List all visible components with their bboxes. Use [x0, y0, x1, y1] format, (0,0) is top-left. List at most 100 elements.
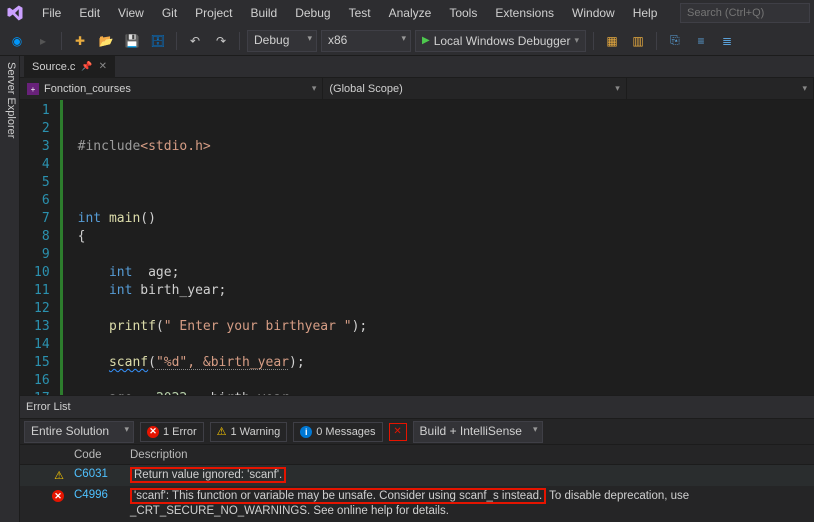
- menu-tools[interactable]: Tools: [441, 3, 485, 23]
- code-line[interactable]: {: [78, 228, 810, 246]
- redo-icon[interactable]: ↷: [210, 30, 232, 52]
- tool-icon-2[interactable]: ▥: [627, 30, 649, 52]
- code-line[interactable]: -int main(): [78, 210, 810, 228]
- class-scope-dropdown[interactable]: (Global Scope): [323, 78, 626, 99]
- messages-filter-button[interactable]: i 0 Messages: [293, 422, 382, 442]
- open-file-icon[interactable]: 📂: [95, 30, 117, 52]
- nav-back-button[interactable]: ◉: [6, 30, 28, 52]
- tab-source-c[interactable]: Source.c 📌 ✕: [24, 56, 115, 78]
- errorlist-title[interactable]: Error List: [20, 399, 814, 419]
- code-line[interactable]: int age;: [78, 264, 810, 282]
- error-row[interactable]: ✕ C4996'scanf': This function or variable…: [20, 486, 814, 522]
- project-scope-label: Fonction_courses: [44, 83, 131, 95]
- error-icon: ✕: [147, 426, 159, 438]
- menu-git[interactable]: Git: [154, 3, 185, 23]
- close-icon[interactable]: ✕: [99, 61, 107, 72]
- error-description: 'scanf': This function or variable may b…: [130, 489, 814, 519]
- error-table: Code Description ⚠ C6031Return value igno…: [20, 445, 814, 522]
- server-explorer-rail[interactable]: Server Explorer: [0, 56, 20, 522]
- code-line[interactable]: [78, 372, 810, 390]
- menu-project[interactable]: Project: [187, 3, 240, 23]
- start-debug-label: Local Windows Debugger: [434, 34, 571, 48]
- info-icon: i: [300, 426, 312, 438]
- tool-icon-1[interactable]: ▦: [601, 30, 623, 52]
- error-row[interactable]: ⚠ C6031Return value ignored: 'scanf'.: [20, 465, 814, 486]
- separator: [593, 32, 594, 50]
- error-code[interactable]: C4996: [74, 489, 130, 501]
- code-line[interactable]: [78, 120, 810, 138]
- vs-logo-icon: [4, 2, 26, 24]
- pin-icon[interactable]: 📌: [81, 61, 92, 72]
- undo-icon[interactable]: ↶: [184, 30, 206, 52]
- menu-test[interactable]: Test: [341, 3, 379, 23]
- source-filter-dropdown[interactable]: Build + IntelliSense: [413, 421, 543, 443]
- start-debug-button[interactable]: ▶ Local Windows Debugger ▾: [415, 30, 586, 52]
- code-line[interactable]: [78, 300, 810, 318]
- new-project-icon[interactable]: ✚: [69, 30, 91, 52]
- messages-count-label: 0 Messages: [316, 426, 375, 438]
- menu-view[interactable]: View: [110, 3, 152, 23]
- code-line[interactable]: [78, 102, 810, 120]
- error-table-header[interactable]: Code Description: [20, 445, 814, 465]
- chevron-down-icon: ▾: [574, 35, 579, 46]
- class-scope-label: (Global Scope): [329, 83, 402, 95]
- code-line[interactable]: [78, 174, 810, 192]
- error-code[interactable]: C6031: [74, 468, 130, 480]
- save-all-icon[interactable]: 🗄: [147, 30, 169, 52]
- separator: [239, 32, 240, 50]
- config-dropdown[interactable]: Debug: [247, 30, 317, 52]
- errorlist-scope-dropdown[interactable]: Entire Solution: [24, 421, 134, 443]
- errors-count-label: 1 Error: [163, 426, 197, 438]
- tool-icon-3[interactable]: ⎘: [664, 30, 686, 52]
- errorlist-toolbar: Entire Solution ✕ 1 Error ⚠ 1 Warning i …: [20, 419, 814, 445]
- code-line[interactable]: [78, 156, 810, 174]
- menu-file[interactable]: File: [34, 3, 69, 23]
- error-icon: ✕: [52, 490, 64, 502]
- warnings-count-label: 1 Warning: [231, 426, 281, 438]
- change-margin: [60, 100, 74, 395]
- code-line[interactable]: #include<stdio.h>: [78, 138, 810, 156]
- error-description: Return value ignored: 'scanf'.: [130, 468, 814, 483]
- warnings-filter-button[interactable]: ⚠ 1 Warning: [210, 422, 288, 442]
- code-line[interactable]: [78, 336, 810, 354]
- menu-edit[interactable]: Edit: [71, 3, 108, 23]
- separator: [656, 32, 657, 50]
- cpp-project-icon: +: [26, 82, 40, 96]
- code-line[interactable]: [78, 246, 810, 264]
- clear-filter-button[interactable]: ✕: [389, 423, 407, 441]
- menu-extensions[interactable]: Extensions: [487, 3, 562, 23]
- header-code[interactable]: Code: [74, 449, 130, 461]
- save-icon[interactable]: 💾: [121, 30, 143, 52]
- navigation-bar: + Fonction_courses (Global Scope): [20, 78, 814, 100]
- tool-icon-4[interactable]: ≡: [690, 30, 712, 52]
- nav-fwd-button[interactable]: ▸: [32, 30, 54, 52]
- code-line[interactable]: scanf("%d", &birth_year);: [78, 354, 810, 372]
- errors-filter-button[interactable]: ✕ 1 Error: [140, 422, 204, 442]
- clear-icon: ✕: [393, 426, 401, 437]
- member-scope-dropdown[interactable]: [627, 78, 814, 99]
- platform-dropdown[interactable]: x86: [321, 30, 411, 52]
- code-area[interactable]: #include<stdio.h> -int main(){ int age; …: [74, 100, 814, 395]
- tab-strip: Source.c 📌 ✕: [20, 56, 814, 78]
- code-editor[interactable]: 1234567891011121314151617 #include<stdio…: [20, 100, 814, 395]
- menu-window[interactable]: Window: [564, 3, 623, 23]
- warning-icon: ⚠: [54, 469, 64, 482]
- tab-label: Source.c: [32, 61, 75, 73]
- tool-icon-5[interactable]: ≣: [716, 30, 738, 52]
- main-toolbar: ◉ ▸ ✚ 📂 💾 🗄 ↶ ↷ Debug x86 ▶ Local Window…: [0, 26, 814, 56]
- play-icon: ▶: [422, 35, 430, 46]
- search-input[interactable]: [680, 3, 810, 23]
- project-scope-dropdown[interactable]: + Fonction_courses: [20, 78, 323, 99]
- menu-help[interactable]: Help: [625, 3, 666, 23]
- menu-debug[interactable]: Debug: [287, 3, 338, 23]
- menu-analyze[interactable]: Analyze: [381, 3, 440, 23]
- menu-build[interactable]: Build: [243, 3, 286, 23]
- header-description[interactable]: Description: [130, 449, 814, 461]
- svg-text:+: +: [31, 85, 36, 94]
- code-line[interactable]: printf(" Enter your birthyear ");: [78, 318, 810, 336]
- code-line[interactable]: int birth_year;: [78, 282, 810, 300]
- code-line[interactable]: age = 2022 - birth_year;: [78, 390, 810, 395]
- separator: [61, 32, 62, 50]
- warning-icon: ⚠: [217, 425, 227, 438]
- code-line[interactable]: [78, 192, 810, 210]
